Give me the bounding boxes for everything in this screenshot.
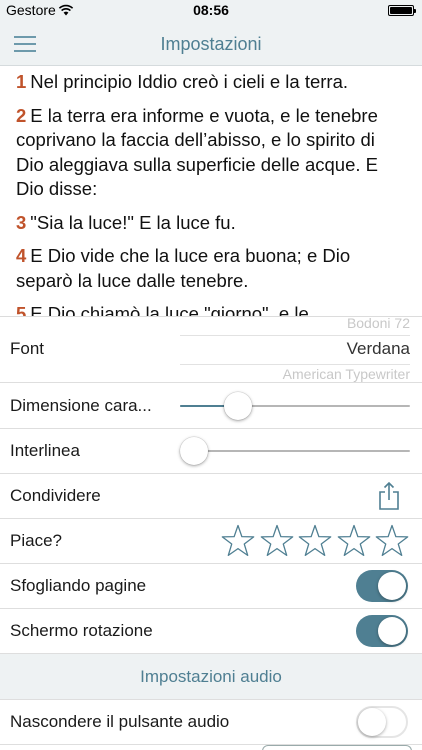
battery-icon [388, 5, 416, 16]
verse-number: 2 [16, 104, 27, 126]
verse-number: 5 [16, 303, 27, 316]
star-icon[interactable] [374, 523, 410, 559]
font-row: Font Bodoni 72 Verdana American Typewrit… [0, 317, 422, 383]
font-size-row: Dimensione cara... [0, 383, 422, 429]
verse-text: Nel principio Iddio creò i cieli e la te… [30, 71, 349, 92]
partial-button[interactable] [262, 745, 412, 750]
font-size-slider[interactable] [180, 391, 410, 421]
font-size-label: Dimensione cara... [10, 396, 152, 415]
line-spacing-row: Interlinea [0, 429, 422, 474]
rating-stars[interactable] [220, 523, 410, 559]
verse-text: "Sia la luce!" E la luce fu. [30, 211, 236, 233]
settings-panel: Font Bodoni 72 Verdana American Typewrit… [0, 316, 422, 750]
verse: 2E la terra era informe e vuota, e le te… [16, 104, 406, 202]
verse-text: E la terra era informe e vuota, e le ten… [16, 104, 378, 200]
rotation-label: Schermo rotazione [10, 621, 153, 640]
verse-number: 4 [16, 245, 27, 266]
hide-audio-row: Nascondere il pulsante audio [0, 700, 422, 745]
share-icon[interactable] [376, 481, 402, 511]
verse-text: E Dio chiamò la luce "giorno", e le [30, 303, 309, 316]
verse: 4E Dio vide che la luce era buona; e Dio… [16, 244, 406, 293]
page-title: Impostazioni [160, 34, 262, 54]
page-flip-row: Sfogliando pagine [0, 564, 422, 609]
picker-divider [180, 364, 410, 365]
status-bar: Gestore 08:56 [0, 0, 422, 20]
verse: 5E Dio chiamò la luce "giorno", e le [16, 302, 406, 316]
toggle-knob [378, 617, 406, 645]
share-label: Condividere [10, 486, 101, 505]
share-row: Condividere [0, 474, 422, 519]
page-flip-label: Sfogliando pagine [10, 576, 147, 595]
rate-label: Piace? [10, 531, 62, 550]
rotation-row: Schermo rotazione [0, 609, 422, 654]
audio-section-header: Impostazioni audio [0, 654, 422, 700]
picker-divider [180, 335, 410, 336]
rate-row: Piace? [0, 519, 422, 564]
bible-text-preview: 1 Nel principio Iddio creò i cieli e la t… [0, 66, 422, 316]
slider-thumb[interactable] [223, 392, 252, 420]
font-label: Font [10, 339, 45, 358]
line-spacing-label: Interlinea [10, 441, 80, 460]
star-icon[interactable] [220, 523, 256, 559]
font-option[interactable]: American Typewriter [283, 366, 410, 382]
star-icon[interactable] [336, 523, 372, 559]
slider-track [180, 450, 410, 452]
verse-number: 1 [16, 71, 27, 92]
section-title: Impostazioni audio [140, 667, 282, 686]
font-picker[interactable]: Bodoni 72 Verdana American Typewriter [180, 317, 410, 383]
verse-text: E Dio vide che la luce era buona; e Dio … [16, 245, 351, 291]
hide-audio-toggle[interactable] [356, 706, 408, 738]
line-spacing-slider[interactable] [180, 436, 410, 466]
verse: 3 "Sia la luce!" E la luce fu. [16, 211, 406, 236]
star-icon[interactable] [297, 523, 333, 559]
toggle-knob [378, 572, 406, 600]
rotation-toggle[interactable] [356, 615, 408, 647]
verse-number: 3 [16, 211, 27, 233]
hide-audio-label: Nascondere il pulsante audio [10, 712, 230, 731]
star-icon[interactable] [259, 523, 295, 559]
clock: 08:56 [193, 2, 229, 18]
toggle-knob [358, 708, 386, 736]
verse: 1 Nel principio Iddio creò i cieli e la t… [16, 70, 406, 95]
font-option-selected[interactable]: Verdana [347, 339, 410, 359]
font-option[interactable]: Bodoni 72 [347, 317, 410, 331]
slider-thumb[interactable] [180, 437, 208, 465]
page-flip-toggle[interactable] [356, 570, 408, 602]
navigation-bar: Impostazioni [0, 20, 422, 66]
